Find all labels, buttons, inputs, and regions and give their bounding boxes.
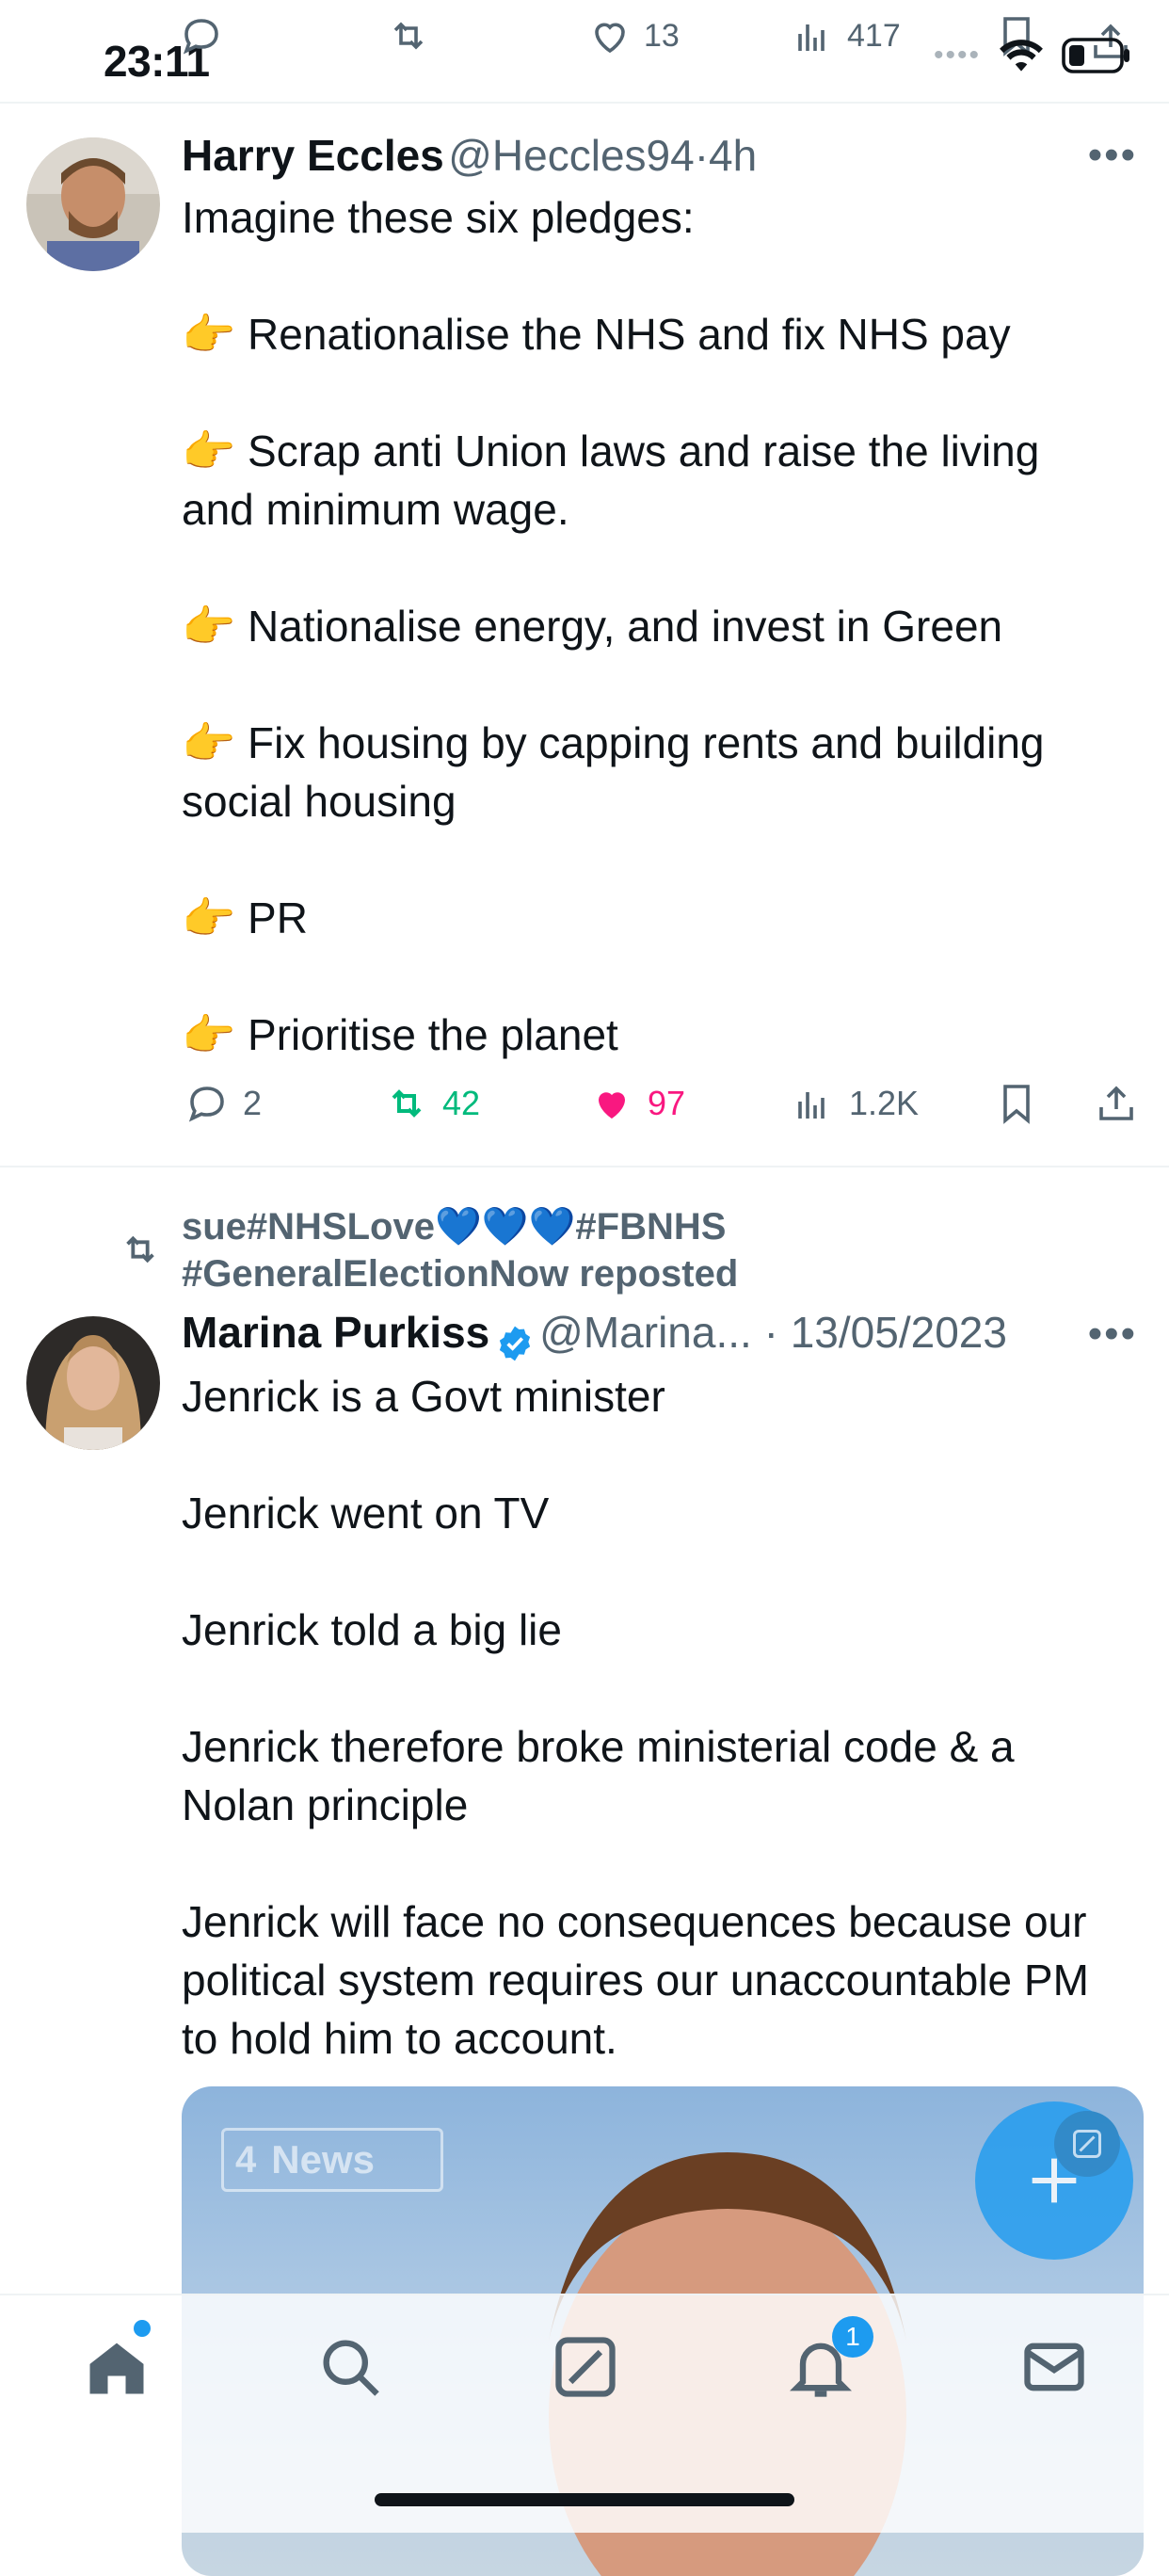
heart-icon — [595, 23, 625, 54]
tweet-age: 4h — [709, 131, 758, 180]
avatar[interactable] — [26, 1316, 160, 1450]
channel-4-logo-icon: 4 — [235, 2138, 257, 2181]
prev-views-button[interactable]: 417 — [791, 13, 901, 58]
author-handle[interactable]: @Marina... — [539, 1308, 752, 1357]
grok-icon — [555, 2337, 616, 2397]
prev-reply-button[interactable] — [179, 13, 224, 58]
prev-like-button[interactable]: 13 — [587, 13, 680, 58]
home-icon — [89, 2343, 144, 2394]
grok-compose-icon — [1054, 2111, 1120, 2177]
tweet-date: 13/05/2023 — [790, 1308, 1007, 1357]
repost-icon — [392, 1089, 422, 1118]
verified-badge-icon — [499, 1326, 530, 1361]
tweet-header: Marina Purkiss @Marina... · 13/05/2023 — [182, 1307, 1007, 1364]
author-name[interactable]: Marina Purkiss — [182, 1308, 489, 1357]
watermark-text: News — [271, 2137, 375, 2182]
prev-views-count: 417 — [847, 17, 901, 54]
new-posts-dot — [134, 2320, 151, 2337]
tweet-text: Imagine these six pledges: 👉 Renationali… — [182, 193, 1045, 1059]
repost-count: 42 — [442, 1084, 481, 1122]
like-button[interactable]: 97 — [589, 1081, 685, 1126]
avatar-photo — [26, 1316, 160, 1450]
system-icons: •••• — [934, 38, 1131, 73]
views-icon — [798, 24, 825, 51]
tweet-header: Harry Eccles @Heccles94·4h — [182, 130, 757, 181]
wifi-icon — [1000, 40, 1043, 72]
tweet-text: Jenrick is a Govt minister Jenrick went … — [182, 1372, 1089, 2063]
dot-separator: · — [694, 131, 710, 180]
share-button[interactable] — [1094, 1081, 1139, 1126]
prev-like-count: 13 — [644, 17, 680, 54]
reposted-by-line2: #GeneralElectionNow reposted — [182, 1253, 739, 1295]
tweet-divider — [0, 1166, 1169, 1167]
views-button[interactable]: 1.2K — [791, 1081, 919, 1126]
battery-icon — [1062, 38, 1129, 73]
tab-home[interactable] — [81, 2331, 152, 2403]
bookmark-button[interactable] — [994, 1081, 1039, 1126]
author-handle[interactable]: @Heccles94 — [448, 131, 694, 180]
reposted-by[interactable]: sue#NHSLove💙💙💙#FBNHS #GeneralElectionNow… — [182, 1203, 1123, 1297]
reply-icon — [188, 1087, 224, 1122]
repost-button[interactable]: 42 — [384, 1081, 480, 1126]
reply-button[interactable]: 2 — [184, 1081, 262, 1126]
avatar[interactable] — [26, 137, 160, 271]
home-indicator — [375, 2493, 794, 2506]
mail-icon — [1024, 2343, 1084, 2391]
views-icon — [798, 1092, 825, 1119]
share-icon — [1099, 1086, 1133, 1120]
heart-filled-icon — [599, 1092, 625, 1119]
channel-watermark: 4 News — [221, 2128, 443, 2192]
bookmark-icon — [1003, 1085, 1030, 1124]
views-count: 1.2K — [849, 1084, 920, 1122]
prev-repost-button[interactable] — [386, 13, 431, 58]
compose-button[interactable] — [975, 2101, 1133, 2260]
avatar-photo — [26, 137, 160, 271]
reply-count: 2 — [243, 1084, 263, 1122]
author-name[interactable]: Harry Eccles — [182, 131, 444, 180]
repost-icon — [393, 22, 424, 50]
reply-icon — [183, 19, 218, 55]
tab-grok[interactable] — [550, 2331, 621, 2403]
tab-messages[interactable] — [1018, 2331, 1090, 2403]
signal-dots-icon: •••• — [933, 40, 981, 71]
repost-indicator-icon — [119, 1228, 162, 1276]
search-icon — [323, 2340, 379, 2396]
tab-search[interactable] — [314, 2331, 386, 2403]
more-options-button[interactable]: ••• — [1088, 132, 1137, 179]
more-options-button[interactable]: ••• — [1088, 1311, 1137, 1358]
like-count: 97 — [648, 1084, 686, 1122]
notification-badge: 1 — [832, 2316, 873, 2358]
reposted-by-line1: sue#NHSLove💙💙💙#FBNHS — [182, 1206, 727, 1248]
dot-separator: · — [751, 1308, 791, 1357]
